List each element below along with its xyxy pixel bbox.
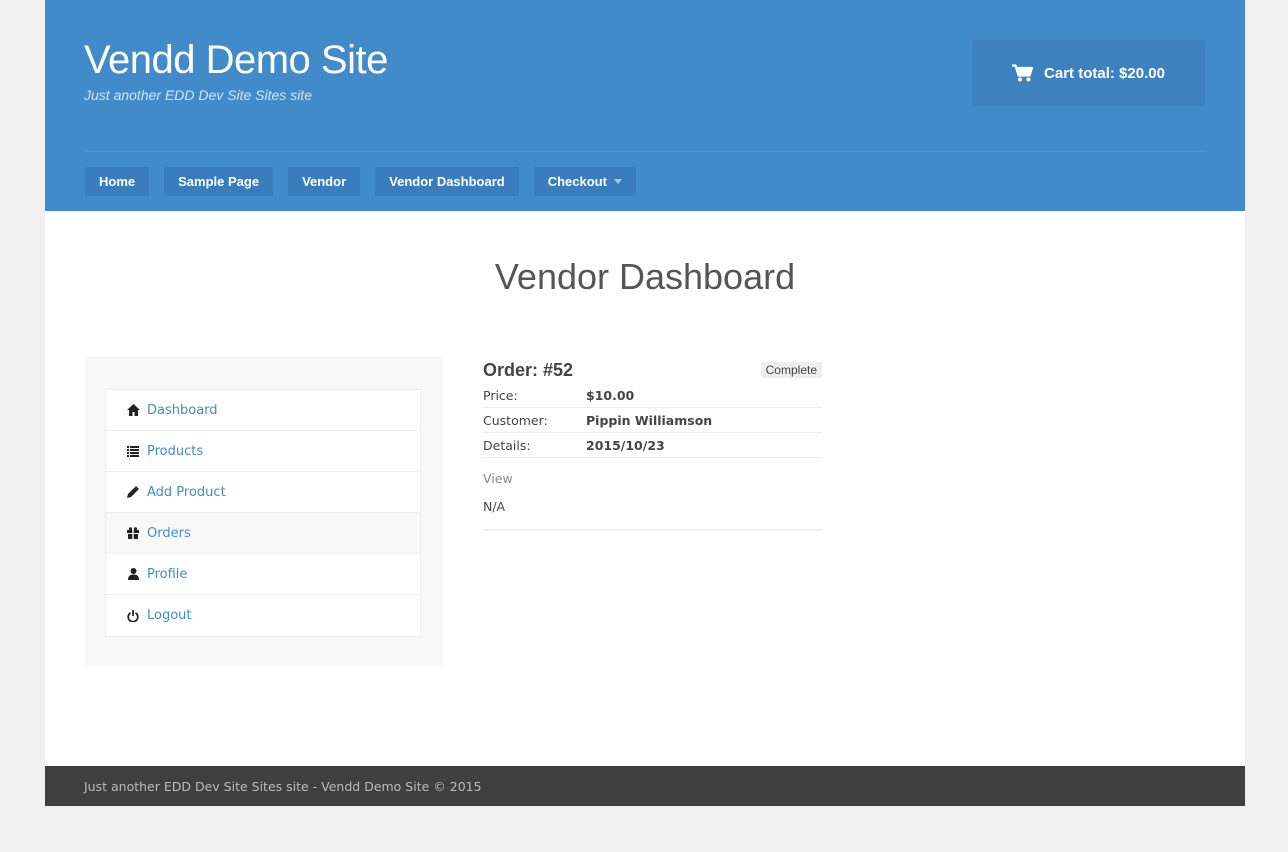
order-header: Order: #52 Complete [483, 357, 822, 383]
order-field-price: Price: $10.00 [483, 383, 822, 408]
caret-down-icon [613, 179, 622, 184]
order-field-customer: Customer: Pippin Williamson [483, 408, 822, 433]
site-footer: Just another EDD Dev Site Sites site - V… [45, 766, 1245, 806]
vendor-menu: Dashboard Products Add Product Orders Pr… [105, 389, 421, 637]
nav-item-label: Home [99, 174, 136, 189]
site-header: Vendd Demo Site Just another EDD Dev Sit… [45, 0, 1245, 211]
field-label: Details: [483, 437, 531, 453]
pencil-icon [126, 485, 140, 499]
page-title: Vendor Dashboard [494, 256, 796, 297]
nav-item-vendor[interactable]: Vendor [288, 167, 361, 196]
order-title: Order: #52 [483, 359, 574, 380]
nav-item-vendor-dashboard[interactable]: Vendor Dashboard [375, 167, 519, 196]
power-icon [126, 609, 140, 623]
order-details: Order: #52 Complete Price: $10.00 Custom… [483, 357, 822, 531]
gift-icon [126, 526, 140, 540]
list-icon [126, 444, 140, 458]
menu-item-label: Orders [147, 525, 191, 541]
menu-item-products[interactable]: Products [106, 431, 420, 472]
home-icon [126, 403, 140, 417]
footer-text: Just another EDD Dev Site Sites site - V… [84, 778, 482, 794]
vendor-sidebar: Dashboard Products Add Product Orders Pr… [85, 357, 443, 666]
site-title[interactable]: Vendd Demo Site [84, 38, 388, 83]
main-nav: Home Sample Page Vendor Vendor Dashboard… [85, 167, 636, 196]
field-value: Pippin Williamson [586, 412, 713, 428]
menu-item-profile[interactable]: Profile [106, 554, 420, 595]
cart-total-label: Cart total: $20.00 [1044, 64, 1165, 82]
menu-item-logout[interactable]: Logout [106, 595, 420, 636]
page: Vendd Demo Site Just another EDD Dev Sit… [45, 0, 1245, 806]
nav-item-label: Checkout [547, 174, 607, 189]
menu-item-label: Dashboard [147, 402, 218, 418]
nav-item-home[interactable]: Home [85, 167, 150, 196]
field-value: $10.00 [586, 387, 635, 403]
status-badge: Complete [760, 362, 822, 378]
menu-item-label: Profile [147, 566, 188, 582]
order-field-details: Details: 2015/10/23 [483, 433, 822, 458]
menu-item-dashboard[interactable]: Dashboard [106, 390, 420, 431]
nav-item-label: Vendor [302, 174, 347, 189]
user-icon [126, 567, 140, 581]
order-divider [483, 529, 822, 531]
view-value: N/A [483, 499, 506, 514]
field-label: Price: [483, 387, 518, 403]
field-value: 2015/10/23 [586, 437, 665, 453]
shopping-cart-icon [1012, 64, 1034, 82]
menu-item-add-product[interactable]: Add Product [106, 472, 420, 513]
menu-item-orders[interactable]: Orders [106, 513, 420, 554]
nav-item-label: Vendor Dashboard [389, 174, 505, 189]
nav-item-label: Sample Page [178, 174, 260, 189]
menu-item-label: Logout [147, 608, 192, 623]
menu-item-label: Add Product [147, 484, 226, 500]
menu-item-label: Products [147, 443, 204, 459]
nav-item-checkout[interactable]: Checkout [533, 167, 636, 196]
cart-total-button[interactable]: Cart total: $20.00 [972, 40, 1205, 106]
field-label: Customer: [483, 412, 548, 428]
header-divider [84, 151, 1205, 152]
site-description: Just another EDD Dev Site Sites site [84, 87, 312, 103]
main-content: Vendor Dashboard Dashboard Products Add … [45, 211, 1245, 766]
nav-item-sample-page[interactable]: Sample Page [164, 167, 274, 196]
view-label: View [483, 471, 513, 486]
